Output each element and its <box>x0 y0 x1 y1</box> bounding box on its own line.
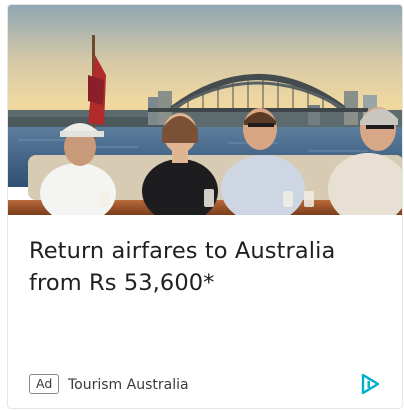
ad-footer: Ad Tourism Australia <box>29 372 388 400</box>
adchoices-icon[interactable] <box>358 372 382 396</box>
ad-image[interactable] <box>8 5 402 215</box>
advertiser-name[interactable]: Tourism Australia <box>68 376 189 394</box>
ad-badge: Ad <box>29 374 60 394</box>
harbour-photo <box>8 5 402 215</box>
ad-card[interactable]: Return airfares to Australia from Rs 53,… <box>7 4 403 409</box>
ad-headline[interactable]: Return airfares to Australia from Rs 53,… <box>29 235 379 299</box>
